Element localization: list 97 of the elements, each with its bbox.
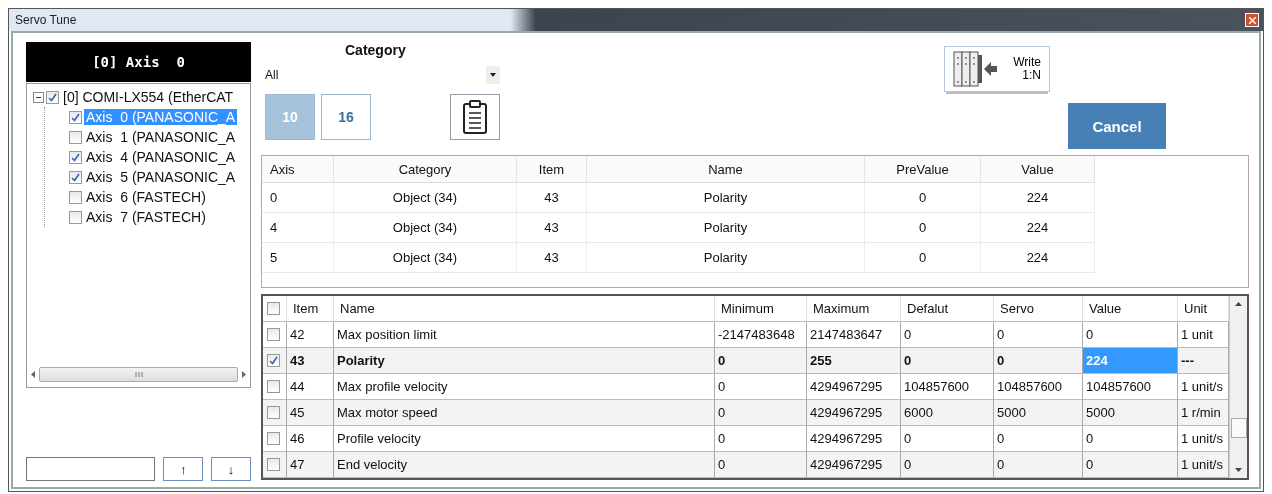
table-cell: 0 — [715, 400, 807, 426]
table-cell: 4 — [262, 213, 334, 243]
input-field[interactable] — [26, 457, 156, 481]
scroll-thumb[interactable] — [1230, 418, 1247, 438]
category-label: Category — [345, 42, 407, 60]
table-cell: 6000 — [901, 400, 994, 426]
close-icon[interactable] — [1245, 13, 1259, 27]
column-header: Item — [517, 156, 587, 183]
column-header: Defalut — [901, 296, 994, 322]
tree-item[interactable]: Axis 7 (FASTECH) — [84, 209, 208, 225]
column-header: Value — [981, 156, 1095, 183]
checkbox[interactable] — [267, 328, 280, 341]
table-cell: 0 — [901, 348, 994, 374]
collapse-icon[interactable] — [33, 91, 44, 103]
table-cell: 4294967295 — [807, 452, 901, 478]
table-cell: 0 — [715, 348, 807, 374]
checkbox[interactable] — [69, 210, 82, 224]
table-cell: 5000 — [994, 400, 1083, 426]
column-header: Category — [334, 156, 517, 183]
table-cell: 0 — [865, 243, 981, 273]
checkbox[interactable] — [267, 354, 280, 367]
table-cell: Polarity — [587, 213, 865, 243]
axis-header: [0] Axis 0 — [26, 42, 251, 82]
table-cell: Max motor speed — [334, 400, 715, 426]
tree-item[interactable]: Axis 4 (PANASONIC_A — [84, 149, 238, 165]
grip-icon — [134, 372, 143, 377]
clipboard-button[interactable] — [450, 94, 500, 140]
tree-item[interactable]: Axis 1 (PANASONIC_A — [84, 129, 238, 145]
table-cell: Polarity — [587, 243, 865, 273]
category-dropdown[interactable]: All — [265, 64, 500, 86]
dropdown-arrow-icon[interactable] — [490, 73, 496, 77]
tree-item[interactable]: Axis 6 (FASTECH) — [84, 189, 208, 205]
scroll-right-icon[interactable] — [242, 371, 246, 378]
table-cell: 5 — [262, 243, 334, 273]
checkbox[interactable] — [267, 302, 280, 315]
table-cell: 0 — [865, 183, 981, 213]
write-button[interactable]: Write 1:N — [944, 46, 1050, 92]
checkbox[interactable] — [69, 150, 82, 164]
column-header: Value — [1083, 296, 1178, 322]
table-cell[interactable]: 5000 — [1083, 400, 1178, 426]
checkbox[interactable] — [46, 90, 59, 104]
table-cell: 0 — [994, 348, 1083, 374]
table-cell: 0 — [262, 183, 334, 213]
radix-button[interactable]: 16 — [321, 94, 371, 140]
column-header: PreValue — [865, 156, 981, 183]
table-cell: 1 unit/s — [1178, 452, 1229, 478]
table-cell: Polarity — [334, 348, 715, 374]
checkbox[interactable] — [267, 458, 280, 471]
table-cell: 0 — [715, 452, 807, 478]
table-cell: 0 — [994, 452, 1083, 478]
cancel-button[interactable]: Cancel — [1068, 103, 1166, 149]
arrow-button[interactable]: ↓ — [211, 457, 251, 481]
table-cell[interactable]: 0 — [1083, 452, 1178, 478]
column-header: Item — [287, 296, 334, 322]
table-cell: 1 r/min — [1178, 400, 1229, 426]
table-cell: Object (34) — [334, 183, 517, 213]
arrow-button[interactable]: ↑ — [163, 457, 204, 481]
column-header: Maximum — [807, 296, 901, 322]
checkbox[interactable] — [267, 432, 280, 445]
table-cell: 224 — [981, 183, 1095, 213]
table-cell: Object (34) — [334, 213, 517, 243]
table-cell: 43 — [287, 348, 334, 374]
checkbox[interactable] — [267, 406, 280, 419]
scroll-down-icon[interactable] — [1235, 468, 1242, 472]
table-cell: End velocity — [334, 452, 715, 478]
table-cell: 224 — [981, 213, 1095, 243]
table-cell: 47 — [287, 452, 334, 478]
table-cell: 43 — [517, 243, 587, 273]
window-title: Servo Tune — [14, 13, 77, 27]
column-header: Servo — [994, 296, 1083, 322]
scroll-left-icon[interactable] — [31, 371, 35, 378]
scroll-up-icon[interactable] — [1235, 302, 1242, 306]
table-cell: 255 — [807, 348, 901, 374]
column-header: Axis — [262, 156, 334, 183]
table-cell: --- — [1178, 348, 1229, 374]
table-cell: 0 — [901, 452, 994, 478]
table-cell: 4294967295 — [807, 400, 901, 426]
table-cell: 45 — [287, 400, 334, 426]
table-cell: 0 — [865, 213, 981, 243]
table-cell: 43 — [517, 213, 587, 243]
checkbox[interactable] — [267, 380, 280, 393]
checkbox[interactable] — [69, 190, 82, 204]
column-header: Name — [587, 156, 865, 183]
checkbox[interactable] — [69, 130, 82, 144]
vertical-scrollbar[interactable] — [1229, 296, 1247, 478]
table-cell: 224 — [981, 243, 1095, 273]
servo-drives-icon — [953, 51, 997, 87]
table-cell: Object (34) — [334, 243, 517, 273]
tree-item[interactable]: [0] COMI-LX554 (EtherCAT — [61, 89, 236, 105]
column-header: Name — [334, 296, 715, 322]
table-cell: Polarity — [587, 183, 865, 213]
table-cell: 43 — [517, 183, 587, 213]
column-header: Minimum — [715, 296, 807, 322]
checkbox[interactable] — [69, 170, 82, 184]
checkbox[interactable] — [69, 110, 82, 124]
clipboard-icon — [462, 100, 488, 134]
tree-item[interactable]: Axis 5 (PANASONIC_A — [84, 169, 238, 185]
